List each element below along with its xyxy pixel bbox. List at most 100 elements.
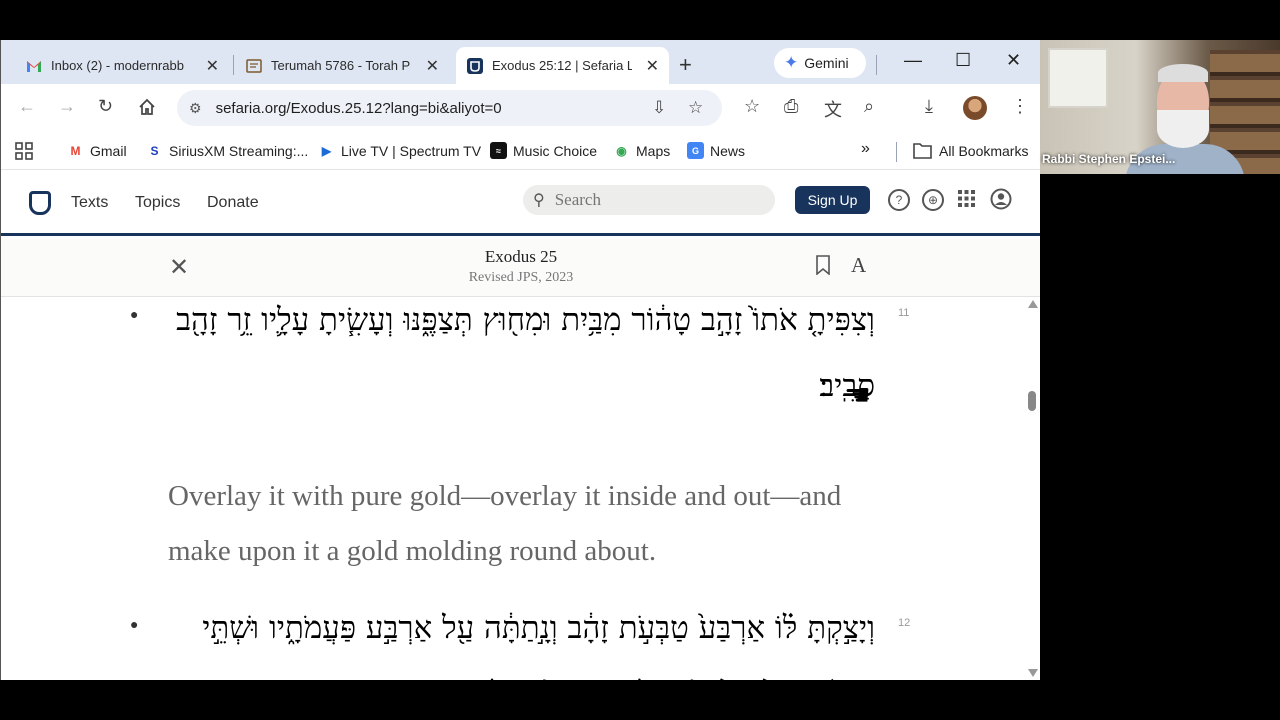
- window-close-icon[interactable]: ✕: [1006, 50, 1021, 71]
- bookmark-maps[interactable]: ◉ Maps: [613, 142, 670, 159]
- bookmark-spectrum[interactable]: ▶ Live TV | Spectrum TV: [318, 142, 481, 159]
- gmail-icon: [27, 60, 41, 72]
- nav-donate[interactable]: Donate: [207, 194, 259, 212]
- download-icon[interactable]: ⤓: [925, 96, 933, 117]
- search-box: ⚲: [523, 185, 775, 215]
- tab-separator: [876, 55, 877, 75]
- news-icon: G: [687, 142, 704, 159]
- folder-icon: [913, 143, 932, 159]
- profile-avatar[interactable]: [963, 96, 987, 120]
- bookmark-separator: [896, 142, 897, 162]
- nav-topics[interactable]: Topics: [135, 194, 180, 212]
- tab-terumah[interactable]: Terumah 5786 - Torah P ✕: [235, 47, 449, 84]
- screen: Inbox (2) - modernrabb ✕ Terumah 5786 - …: [0, 0, 1280, 720]
- play-icon: ▶: [321, 143, 332, 158]
- verse-number: 12: [898, 617, 911, 629]
- bookmark-music-choice[interactable]: ≈ Music Choice: [490, 142, 597, 159]
- install-app-icon[interactable]: ⇩: [652, 98, 666, 118]
- browser-window: Inbox (2) - modernrabb ✕ Terumah 5786 - …: [0, 40, 1040, 680]
- scroll-down-arrow[interactable]: [1028, 669, 1038, 677]
- reading-list-icon[interactable]: ☆: [744, 96, 760, 117]
- minimize-icon[interactable]: —: [904, 50, 922, 71]
- bookmarks-bar: M Gmail S SiriusXM Streaming:... ▶ Live …: [1, 132, 1040, 170]
- search-input[interactable]: [554, 190, 755, 210]
- close-reader-icon[interactable]: ✕: [169, 253, 189, 282]
- close-icon[interactable]: ✕: [206, 56, 219, 76]
- verse-english[interactable]: Overlay it with pure gold—overlay it ins…: [168, 469, 868, 579]
- tab-label: Terumah 5786 - Torah P: [271, 58, 411, 73]
- gemini-icon: ✦: [784, 53, 799, 72]
- maximize-icon[interactable]: ☐: [955, 50, 971, 71]
- tab-sefaria[interactable]: Exodus 25:12 | Sefaria L ✕: [456, 47, 669, 84]
- account-icon[interactable]: [990, 188, 1012, 210]
- star-icon[interactable]: ☆: [688, 98, 703, 118]
- help-icon[interactable]: ?: [888, 189, 910, 211]
- verse-number: 11: [898, 307, 910, 319]
- text-reader: ● 11 וְצִפִּיתָ֤ אֹתוֹ֙ זָהָ֣ב טָה֔וֹר מ…: [1, 297, 1040, 680]
- all-bookmarks-label: All Bookmarks: [939, 142, 1029, 159]
- scroll-up-arrow[interactable]: [1028, 300, 1038, 308]
- tab-label: Inbox (2) - modernrabb: [51, 58, 184, 73]
- font-settings-button[interactable]: A: [851, 253, 866, 278]
- search-icon: ⚲: [533, 192, 545, 209]
- bookmark-label: Gmail: [90, 142, 127, 159]
- print-icon[interactable]: ⎙: [784, 96, 798, 117]
- new-tab-icon[interactable]: +: [679, 52, 692, 78]
- sefaria-logo-icon[interactable]: [29, 191, 51, 215]
- verse-hebrew[interactable]: וְצִפִּיתָ֤ אֹתוֹ֙ זָהָ֣ב טָה֔וֹר מִבַּ֥…: [151, 297, 875, 419]
- bookmark-gmail[interactable]: M Gmail: [67, 142, 127, 159]
- bookmark-label: News: [710, 142, 746, 159]
- scrollbar[interactable]: [1025, 297, 1040, 680]
- music-choice-icon: ≈: [490, 142, 507, 159]
- menu-icon[interactable]: ⋮: [1011, 96, 1029, 117]
- scroll-thumb[interactable]: [1028, 391, 1036, 411]
- siriusxm-icon: S: [150, 143, 159, 158]
- list-bullet: ●: [130, 306, 139, 322]
- nav-texts[interactable]: Texts: [71, 194, 108, 212]
- bookmark-siriusxm[interactable]: S SiriusXM Streaming:...: [146, 142, 308, 159]
- globe-icon[interactable]: ⊕: [922, 189, 944, 211]
- forward-icon[interactable]: →: [58, 96, 76, 117]
- maps-icon: ◉: [616, 143, 627, 158]
- home-icon[interactable]: [138, 98, 156, 116]
- tab-separator: [233, 55, 234, 75]
- list-bullet: ●: [130, 616, 139, 632]
- gemini-label: Gemini: [804, 55, 849, 71]
- bookmark-label: SiriusXM Streaming:...: [169, 142, 309, 159]
- bookmark-label: Live TV | Spectrum TV: [341, 142, 482, 159]
- sefaria-header: Texts Topics Donate ⚲ Sign Up ? ⊕: [1, 170, 1040, 236]
- gmail-icon: M: [70, 143, 81, 158]
- browser-toolbar: ← → ↻ ⚙ sefaria.org/Exodus.25.12?lang=bi…: [1, 84, 1040, 132]
- tab-label: Exodus 25:12 | Sefaria L: [492, 58, 632, 73]
- gemini-button[interactable]: ✦ Gemini: [774, 48, 866, 78]
- reload-icon[interactable]: ↻: [98, 96, 113, 117]
- reader-header: ✕ Exodus 25 Revised JPS, 2023 A: [1, 239, 1040, 297]
- lens-icon[interactable]: ⌕: [864, 96, 874, 117]
- verse-hebrew[interactable]: וְיָצַ֣קְתָּ לּ֗וֹ אַרְבַּע֙ טַבְּעֹ֣ת ז…: [151, 595, 875, 680]
- bookmark-news[interactable]: G News: [687, 142, 745, 159]
- book-title[interactable]: Exodus 25: [421, 247, 621, 267]
- close-icon[interactable]: ✕: [646, 56, 659, 76]
- all-bookmarks[interactable]: All Bookmarks: [913, 142, 1028, 159]
- site-info-icon[interactable]: ⚙: [189, 100, 202, 117]
- url-text: sefaria.org/Exodus.25.12?lang=bi&aliyot=…: [215, 99, 502, 117]
- tab-gmail[interactable]: Inbox (2) - modernrabb ✕: [15, 47, 229, 84]
- tab-strip: Inbox (2) - modernrabb ✕ Terumah 5786 - …: [1, 40, 1040, 84]
- sefaria-icon: [467, 57, 483, 74]
- apps-grid-icon[interactable]: [15, 142, 33, 160]
- sign-up-button[interactable]: Sign Up: [795, 186, 870, 214]
- bookmark-icon[interactable]: [816, 255, 830, 275]
- participant-hair: [1158, 64, 1208, 82]
- participant-beard: [1157, 110, 1209, 148]
- apps-icon[interactable]: [958, 190, 975, 207]
- translate-icon[interactable]: 文: [824, 96, 842, 122]
- video-background-window: [1048, 48, 1108, 108]
- close-icon[interactable]: ✕: [426, 56, 439, 76]
- more-bookmarks-icon[interactable]: »: [861, 140, 870, 158]
- address-bar[interactable]: ⚙ sefaria.org/Exodus.25.12?lang=bi&aliyo…: [177, 90, 722, 126]
- document-icon: [246, 58, 262, 73]
- bookmark-label: Music Choice: [513, 142, 598, 159]
- bookmark-label: Maps: [636, 142, 671, 159]
- back-icon[interactable]: ←: [18, 96, 36, 117]
- version-title[interactable]: Revised JPS, 2023: [421, 270, 621, 286]
